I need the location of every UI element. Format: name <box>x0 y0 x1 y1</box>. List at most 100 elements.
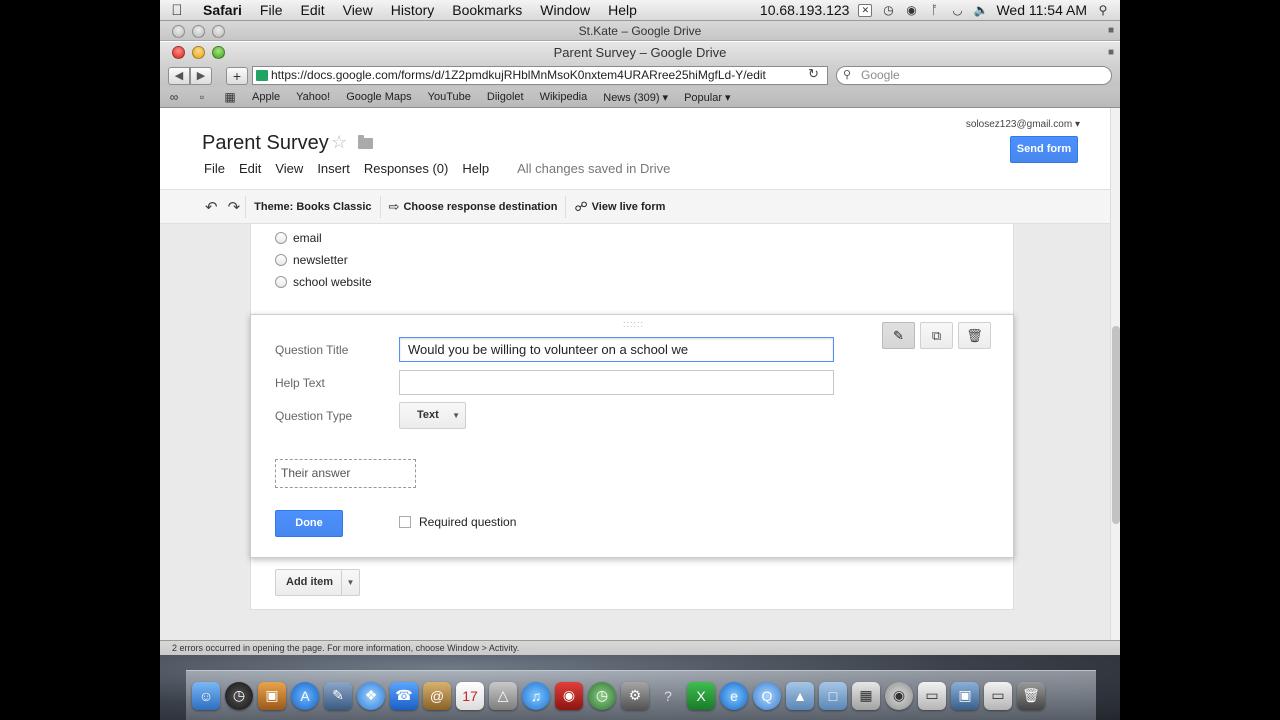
address-bar[interactable]: https://docs.google.com/forms/d/1Z2pmdku… <box>252 66 828 85</box>
screen-recording-icon[interactable]: ▣ <box>951 681 979 710</box>
tab-close-icon[interactable] <box>172 25 185 38</box>
book-icon[interactable]: ▫ <box>188 90 216 104</box>
iphoto-icon[interactable]: △ <box>489 681 517 710</box>
bookmark-popular[interactable]: Popular ▾ <box>676 91 739 104</box>
help-text-input[interactable] <box>399 370 834 395</box>
binoculars-icon[interactable]: ◉ <box>904 3 918 17</box>
question-type-select[interactable]: Text ▼ <box>399 402 466 429</box>
wifi-icon[interactable]: ◡ <box>950 3 964 17</box>
view-live-form-button[interactable]: ☍ View live form <box>566 199 673 215</box>
calendar-icon[interactable]: 17 <box>456 681 484 710</box>
forms-menu-help[interactable]: Help <box>462 161 489 176</box>
menu-help[interactable]: Help <box>599 2 646 18</box>
volume-icon[interactable]: 🔈 <box>973 3 988 17</box>
response-destination-button[interactable]: ⇨ Choose response destination <box>381 199 566 215</box>
folder-icon[interactable] <box>358 135 373 149</box>
menu-edit[interactable]: Edit <box>291 2 333 18</box>
required-question-toggle[interactable]: Required question <box>399 515 516 529</box>
forms-menu-insert[interactable]: Insert <box>317 161 350 176</box>
clock[interactable]: Wed 11:54 AM <box>996 2 1087 18</box>
system-preferences-icon[interactable]: ⚙ <box>621 681 649 710</box>
close-box-icon[interactable]: ✕ <box>858 3 873 17</box>
forms-menu-edit[interactable]: Edit <box>239 161 261 176</box>
photo-booth-icon[interactable]: ◉ <box>555 681 583 710</box>
reading-list-icon[interactable]: ∞ <box>160 90 188 104</box>
menu-window[interactable]: Window <box>531 2 599 18</box>
drag-handle-icon[interactable]: :::::: <box>623 319 644 329</box>
bookmark-google-maps[interactable]: Google Maps <box>338 91 419 103</box>
close-window-icon[interactable] <box>172 46 185 59</box>
itunes-icon[interactable]: ♫ <box>522 681 550 710</box>
bookmark-youtube[interactable]: YouTube <box>420 91 479 103</box>
quicktime-icon[interactable]: Q <box>753 681 781 710</box>
forms-menu-file[interactable]: File <box>204 161 225 176</box>
redo-icon[interactable]: ↷ <box>223 198 246 216</box>
apple-icon[interactable]:  <box>160 2 194 19</box>
reload-icon[interactable]: ↻ <box>808 66 819 82</box>
tab-zoom-icon[interactable] <box>212 25 225 38</box>
form-title[interactable]: Parent Survey <box>202 132 329 155</box>
help-icon[interactable]: ? <box>654 682 682 710</box>
facetime-icon[interactable]: ☎ <box>390 681 418 710</box>
menu-view[interactable]: View <box>334 2 382 18</box>
applications-folder-icon[interactable]: ▲ <box>786 681 814 710</box>
add-item-button[interactable]: Add item ▼ <box>275 569 360 596</box>
edit-question-button[interactable]: ✎ <box>882 322 915 349</box>
time-machine-icon[interactable]: ◷ <box>881 3 895 17</box>
chevron-down-icon[interactable]: ▼ <box>341 570 359 595</box>
bluetooth-icon[interactable]: ᚩ <box>927 3 941 17</box>
address-book-icon[interactable]: @ <box>423 681 451 710</box>
internet-explorer-icon[interactable]: e <box>720 681 748 710</box>
tab-title[interactable]: St.Kate – Google Drive <box>579 24 702 38</box>
spotlight-search-icon[interactable]: ⚲ <box>1096 3 1110 17</box>
bookmark-news[interactable]: News (309) ▾ <box>595 91 676 104</box>
bookmark-diigolet[interactable]: Diigolet <box>479 91 532 103</box>
preview-icon[interactable]: ✎ <box>324 681 352 710</box>
forward-button[interactable]: ▶ <box>190 67 212 85</box>
excel-icon[interactable]: X <box>687 681 715 710</box>
menu-bookmarks[interactable]: Bookmarks <box>443 2 531 18</box>
question-title-input[interactable]: Would you be willing to volunteer on a s… <box>399 337 834 362</box>
minimized-window-icon[interactable]: ▭ <box>918 681 946 710</box>
hard-drive-icon[interactable]: ▦ <box>852 681 880 710</box>
done-button[interactable]: Done <box>275 510 343 537</box>
back-button[interactable]: ◀ <box>168 67 190 85</box>
radio-button[interactable] <box>275 276 287 288</box>
duplicate-question-button[interactable]: ⧉ <box>920 322 953 349</box>
required-checkbox[interactable] <box>399 516 411 528</box>
zoom-window-icon[interactable] <box>212 46 225 59</box>
undo-icon[interactable]: ↶ <box>200 198 223 216</box>
menu-file[interactable]: File <box>251 2 292 18</box>
option-email[interactable]: email <box>275 231 322 245</box>
app-store-icon[interactable]: A <box>291 681 319 710</box>
menu-app[interactable]: Safari <box>194 2 251 18</box>
add-bookmark-button[interactable]: + <box>226 67 248 85</box>
trash-dock-icon[interactable]: 🗑 <box>1017 681 1045 710</box>
radio-button[interactable] <box>275 232 287 244</box>
minimize-window-icon[interactable] <box>192 46 205 59</box>
page-scrollbar[interactable] <box>1110 108 1120 640</box>
top-sites-grid-icon[interactable]: ▦ <box>216 90 244 104</box>
delete-question-button[interactable]: 🗑 <box>958 322 991 349</box>
account-menu[interactable]: solosez123@gmail.com ▾ <box>966 119 1080 130</box>
option-school-website[interactable]: school website <box>275 275 372 289</box>
bookmark-wikipedia[interactable]: Wikipedia <box>532 91 596 103</box>
time-machine-dock-icon[interactable]: ◷ <box>588 681 616 710</box>
scrollbar-thumb[interactable] <box>1112 326 1120 524</box>
forms-menu-view[interactable]: View <box>275 161 303 176</box>
photo-browser-icon[interactable]: ▣ <box>258 681 286 710</box>
option-newsletter[interactable]: newsletter <box>275 253 348 267</box>
documents-folder-icon[interactable]: □ <box>819 681 847 710</box>
dashboard-icon[interactable]: ◷ <box>225 681 253 710</box>
bookmark-apple[interactable]: Apple <box>244 91 288 103</box>
tab-minimize-icon[interactable] <box>192 25 205 38</box>
star-icon[interactable]: ☆ <box>331 132 347 153</box>
bookmark-yahoo[interactable]: Yahoo! <box>288 91 338 103</box>
safari-icon[interactable]: ❖ <box>357 681 385 710</box>
send-form-button[interactable]: Send form <box>1010 136 1078 163</box>
search-input[interactable]: ⚲ Google <box>836 66 1112 85</box>
theme-button[interactable]: Theme: Books Classic <box>246 201 379 213</box>
menu-history[interactable]: History <box>382 2 444 18</box>
radio-button[interactable] <box>275 254 287 266</box>
forms-menu-responses[interactable]: Responses (0) <box>364 161 449 176</box>
